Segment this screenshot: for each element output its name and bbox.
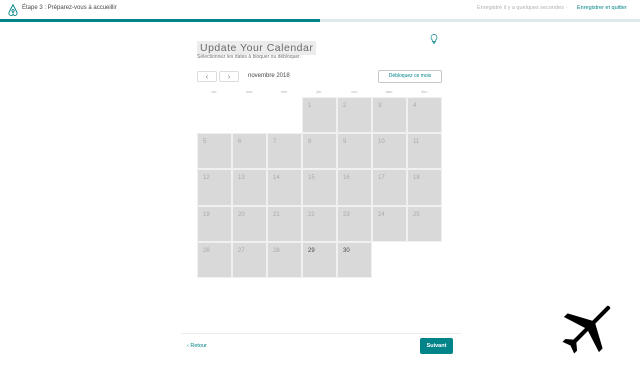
calendar-day-cell[interactable]: 28 <box>267 241 302 278</box>
calendar-day-cell[interactable]: 8 <box>302 133 337 170</box>
footer-divider <box>181 333 461 334</box>
month-label: novembre 2018 <box>248 73 290 79</box>
day-number: 18 <box>413 175 420 182</box>
calendar-day-cell[interactable]: 6 <box>232 133 267 170</box>
calendar-day-cell[interactable]: 11 <box>407 133 442 170</box>
calendar-day-cell[interactable]: 1 <box>302 97 337 134</box>
next-month-button[interactable]: › <box>219 71 239 82</box>
progress-bar-fill <box>0 19 320 22</box>
day-number: 15 <box>308 175 315 182</box>
day-number: 22 <box>308 211 315 218</box>
previous-month-button[interactable]: ‹ <box>197 71 217 82</box>
calendar-day-cell[interactable]: 21 <box>267 205 302 242</box>
calendar-day-cell[interactable]: 9 <box>337 133 372 170</box>
calendar-day-cell[interactable]: 15 <box>302 169 337 206</box>
calendar-day-cell[interactable]: 17 <box>372 169 407 206</box>
calendar-subtitle: Sélectionnez les dates à bloquer ou débl… <box>197 54 301 60</box>
day-number: 12 <box>203 175 210 182</box>
day-number: 16 <box>343 175 350 182</box>
calendar-day-cell[interactable]: 23 <box>337 205 372 242</box>
weekday-label: sam. <box>385 90 394 94</box>
day-number: 6 <box>238 139 242 146</box>
day-number: 27 <box>238 247 245 254</box>
chevron-left-icon: ‹ <box>187 343 189 349</box>
day-number: 3 <box>378 103 382 109</box>
day-number: 25 <box>413 211 420 218</box>
weekday-label: mer. <box>281 90 288 94</box>
calendar-empty-cell <box>197 97 232 134</box>
day-number: 4 <box>413 103 417 109</box>
back-button[interactable]: ‹ Retour <box>187 343 207 349</box>
calendar-day-cell[interactable]: 5 <box>197 133 232 170</box>
day-number: 24 <box>378 211 385 218</box>
calendar-day-cell[interactable]: 24 <box>372 205 407 242</box>
calendar-day-cell[interactable]: 26 <box>197 241 232 278</box>
back-label: Retour <box>190 343 207 349</box>
day-number: 20 <box>238 211 245 218</box>
day-number: 11 <box>413 139 420 146</box>
step-title: Étape 3 : Préparez-vous à accueillir <box>22 5 117 11</box>
calendar-day-cell[interactable]: 10 <box>372 133 407 170</box>
calendar-day-cell[interactable]: 3 <box>372 97 407 134</box>
day-number: 23 <box>343 211 350 218</box>
calendar-day-cell[interactable]: 27 <box>232 241 267 278</box>
weekday-label: ven. <box>351 90 358 94</box>
day-number: 17 <box>378 175 385 182</box>
day-number: 29 <box>308 247 315 254</box>
lightbulb-icon <box>430 34 438 44</box>
calendar-day-cell[interactable]: 18 <box>407 169 442 206</box>
day-number: 8 <box>308 139 312 146</box>
calendar-day-cell[interactable]: 7 <box>267 133 302 170</box>
calendar-empty-cell <box>267 97 302 134</box>
day-number: 26 <box>203 247 210 254</box>
next-button[interactable]: Suivant <box>420 338 453 354</box>
calendar-day-cell[interactable]: 14 <box>267 169 302 206</box>
weekday-label: dim. <box>421 90 428 94</box>
day-number: 10 <box>378 139 385 146</box>
day-number: 7 <box>273 139 277 146</box>
calendar-day-cell[interactable]: 12 <box>197 169 232 206</box>
weekday-label: lun. <box>211 90 218 94</box>
saved-status: Enregistré il y a quelques secondes · <box>477 5 568 11</box>
calendar-day-cell[interactable]: 20 <box>232 205 267 242</box>
airbnb-logo-icon[interactable] <box>6 3 20 17</box>
calendar-day-cell[interactable]: 16 <box>337 169 372 206</box>
calendar-title: Update Your Calendar <box>197 41 317 55</box>
day-number: 1 <box>308 103 312 109</box>
calendar-day-cell[interactable]: 30 <box>337 241 372 278</box>
weekday-label: jeu. <box>316 90 323 94</box>
day-number: 21 <box>273 211 280 218</box>
save-and-exit-link[interactable]: Enregistrer et quitter <box>577 5 627 11</box>
weekday-label: mar. <box>246 90 253 94</box>
weekday-header: lun. mar. mer. jeu. ven. sam. dim. <box>197 90 442 94</box>
top-bar: Étape 3 : Préparez-vous à accueillir Enr… <box>0 0 640 19</box>
calendar-empty-cell <box>232 97 267 134</box>
calendar-day-cell[interactable]: 29 <box>302 241 337 278</box>
day-number: 14 <box>273 175 280 182</box>
unblock-month-button[interactable]: Débloquez ce mois <box>378 70 442 83</box>
calendar-day-cell[interactable]: 13 <box>232 169 267 206</box>
day-number: 19 <box>203 211 210 218</box>
day-number: 28 <box>273 247 280 254</box>
calendar-grid: 1 2 3 4 5 6 7 8 9 10 11 12 13 14 15 16 17 18 19 20 21 22 23 24 2… <box>197 97 442 278</box>
day-number: 30 <box>343 247 350 254</box>
day-number: 2 <box>343 103 347 109</box>
day-number: 13 <box>238 175 245 182</box>
airplane-icon <box>562 305 611 354</box>
day-number: 5 <box>203 139 207 146</box>
calendar-day-cell[interactable]: 22 <box>302 205 337 242</box>
calendar-day-cell[interactable]: 2 <box>337 97 372 134</box>
calendar-day-cell[interactable]: 25 <box>407 205 442 242</box>
calendar-day-cell[interactable]: 4 <box>407 97 442 134</box>
progress-bar <box>0 19 640 22</box>
calendar-day-cell[interactable]: 19 <box>197 205 232 242</box>
day-number: 9 <box>343 139 347 146</box>
